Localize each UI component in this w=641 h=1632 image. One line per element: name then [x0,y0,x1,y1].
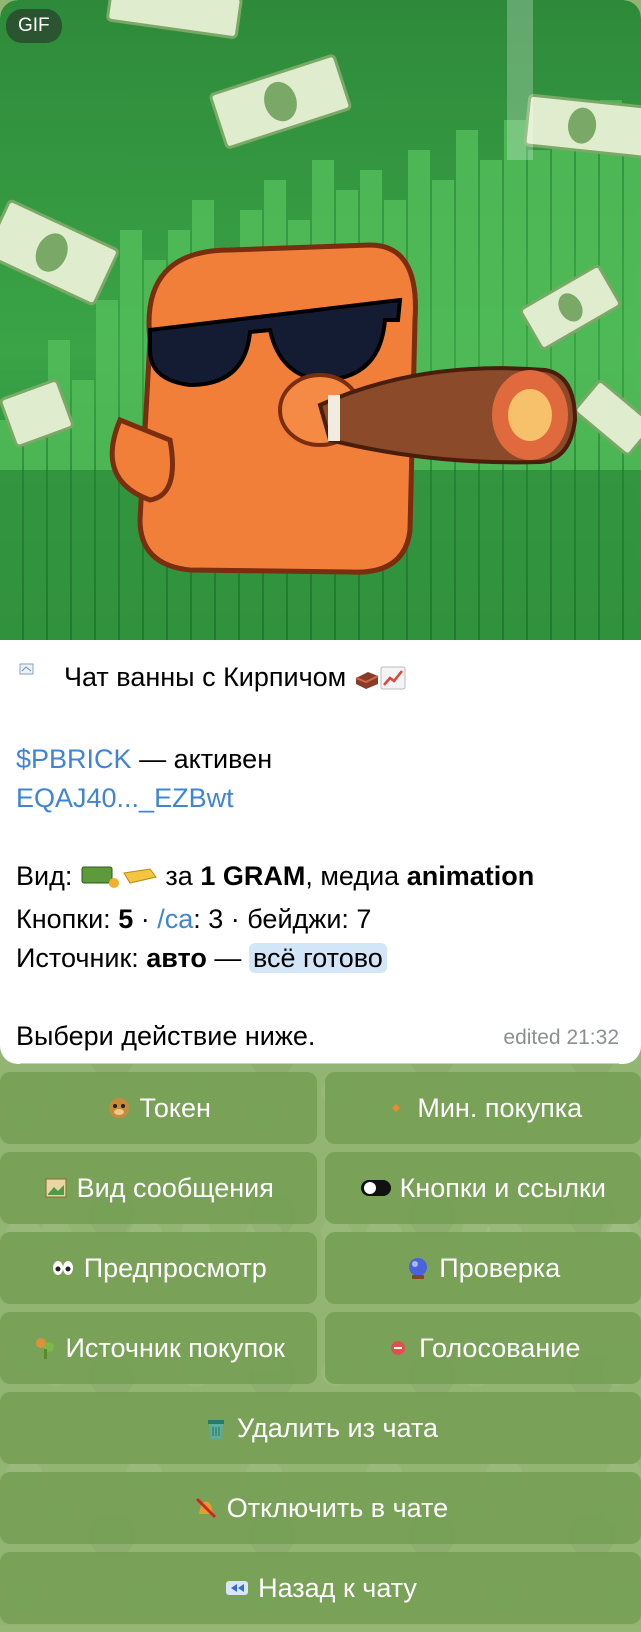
view-media-prefix: , медиа [305,861,399,891]
preview-button-label: Предпросмотр [84,1253,267,1284]
forwarded-icon [19,662,35,676]
rewind-icon [224,1575,250,1601]
trash-icon [203,1415,229,1441]
token-address-link[interactable]: EQAJ40..._EZBwt [16,783,234,813]
divider [20,1063,619,1064]
back-to-chat-button-label: Назад к чату [258,1573,417,1604]
title-line: Чат ванны с Кирпичом [16,658,625,701]
picture-icon [43,1175,69,1201]
source-label: Источник: [16,943,139,973]
buttons-line: Кнопки: 5 · /ca: 3 · бейджи: 7 [16,900,625,939]
min-buy-button-label: Мин. покупка [417,1093,582,1124]
view-line: Вид: за 1 GRAM, медиа animation [16,857,625,900]
check-button[interactable]: Проверка [325,1232,641,1304]
voting-button-label: Голосование [419,1333,580,1364]
buttons-count: 5 [118,904,133,934]
source-value: авто [146,943,207,973]
message-view-button[interactable]: Вид сообщения [0,1152,317,1224]
money-gold-icon [80,861,158,900]
min-buy-button[interactable]: Мин. покупка [325,1072,641,1144]
toggle-icon [360,1175,392,1201]
chart-up-icon [380,662,406,701]
gif-badge: GIF [6,9,62,43]
disable-in-chat-button[interactable]: Отключить в чате [0,1472,641,1544]
eyes-icon [50,1255,76,1281]
crystal-ball-icon [405,1255,431,1281]
no-entry-icon [385,1335,411,1361]
token-button[interactable]: Токен [0,1072,317,1144]
disable-in-chat-button-label: Отключить в чате [227,1493,448,1524]
ca-command-link[interactable]: /ca [157,904,193,934]
buttons-links-button[interactable]: Кнопки и ссылки [325,1152,641,1224]
muted-bell-icon [193,1495,219,1521]
message-view-button-label: Вид сообщения [77,1173,274,1204]
source-line: Источник: авто — всё готово [16,939,625,978]
message-text: Чат ванны с Кирпичом $PBRICK — активен E… [0,640,641,1056]
sprout-icon [32,1335,58,1361]
monkey-icon [106,1095,132,1121]
check-button-label: Проверка [439,1253,560,1284]
remove-from-chat-button[interactable]: Удалить из чата [0,1392,641,1464]
buttons-label: Кнопки: [16,904,111,934]
chat-title: Чат ванны с Кирпичом [64,662,346,692]
remove-from-chat-button-label: Удалить из чата [237,1413,438,1444]
brick-icon [354,662,380,701]
buy-source-button-label: Источник покупок [66,1333,285,1364]
message-bubble: GIF Чат ванны с Кирпичом $PBRICK — актив… [0,0,641,1064]
voting-button[interactable]: Голосование [325,1312,641,1384]
source-dash: — [214,943,241,973]
token-status: — активен [139,744,272,774]
inline-keyboard: Токен Мин. покупка Вид сообщения Кнопки … [0,1072,641,1632]
ca-count: : 3 · бейджи: 7 [193,904,371,934]
token-line: $PBRICK — активен [16,740,625,779]
view-label: Вид: [16,861,72,891]
view-media: animation [407,861,535,891]
gif-illustration [0,0,641,640]
source-status-spoiler[interactable]: всё готово [249,943,387,973]
view-price: 1 GRAM [200,861,305,891]
gif-media[interactable]: GIF [0,0,641,640]
edited-timestamp: edited 21:32 [503,1026,619,1050]
buttons-links-button-label: Кнопки и ссылки [400,1173,606,1204]
small-orange-diamond-icon [383,1095,409,1121]
back-to-chat-button[interactable]: Назад к чату [0,1552,641,1624]
buy-source-button[interactable]: Источник покупок [0,1312,317,1384]
token-button-label: Токен [140,1093,211,1124]
preview-button[interactable]: Предпросмотр [0,1232,317,1304]
token-ticker-link[interactable]: $PBRICK [16,744,132,774]
view-price-prefix: за [165,861,192,891]
